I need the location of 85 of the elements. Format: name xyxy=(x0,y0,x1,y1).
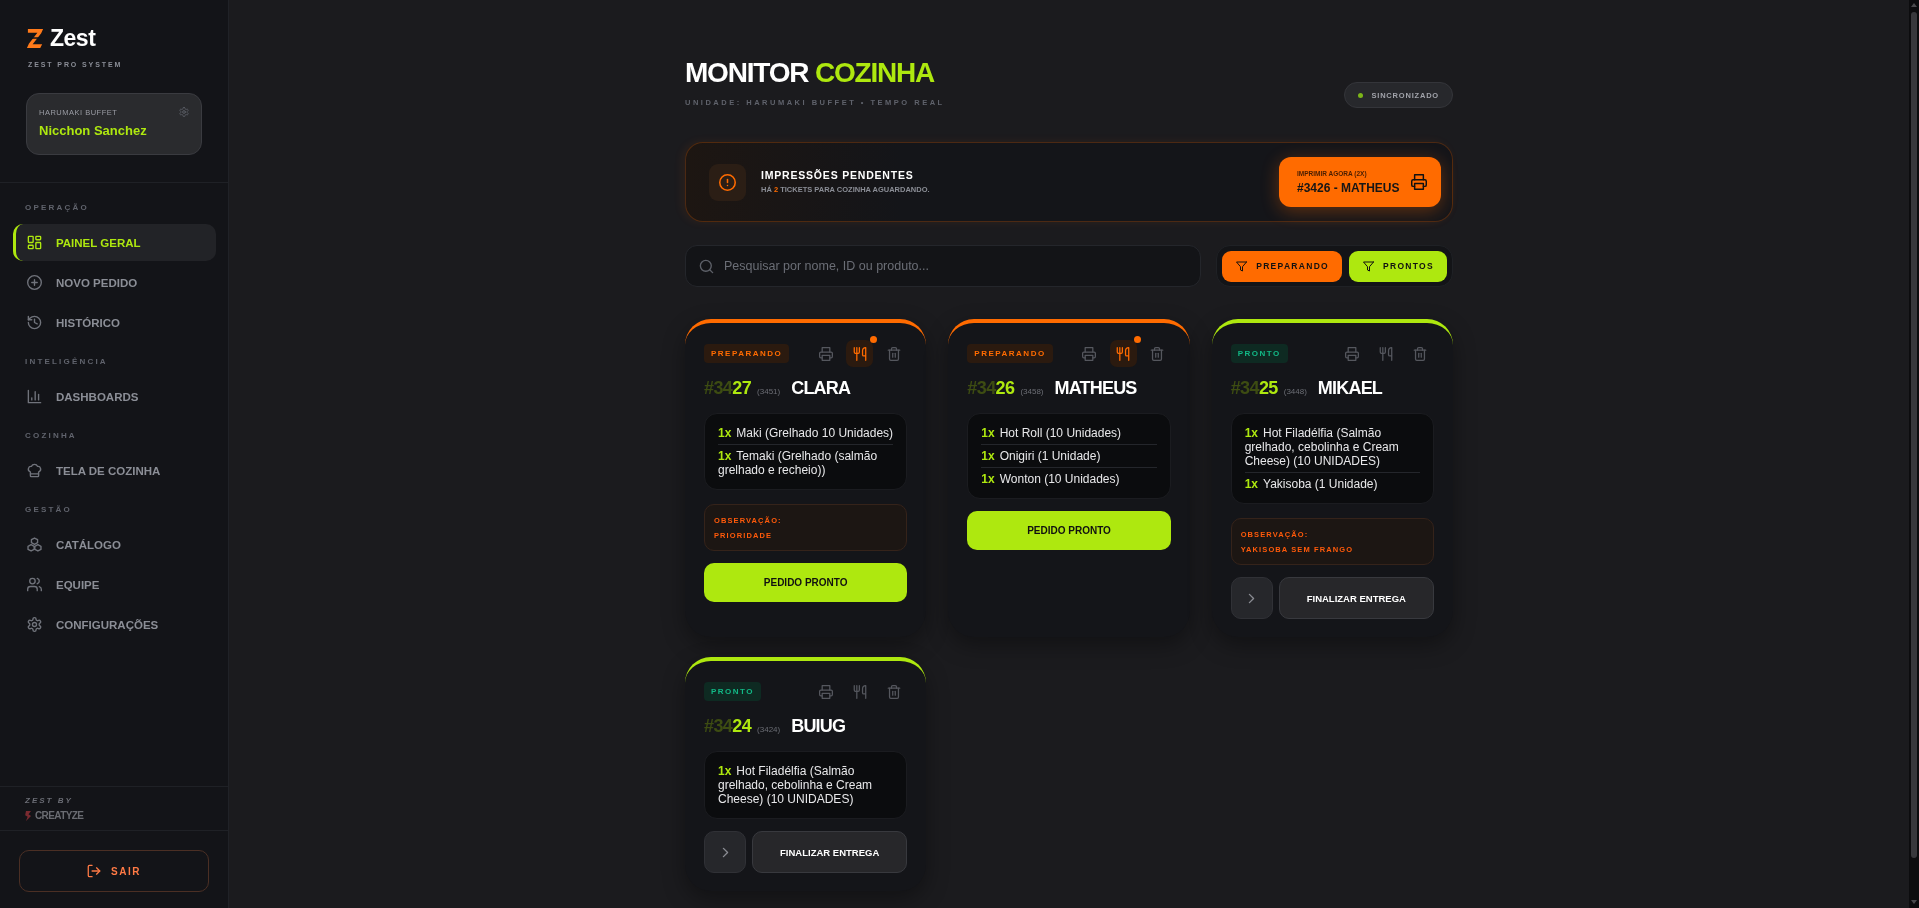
nav-item[interactable]: NOVO PEDIDO xyxy=(13,264,216,301)
order-reference: (3448) xyxy=(1283,387,1307,397)
filter-icon xyxy=(1363,260,1374,272)
order-reference: (3424) xyxy=(757,725,781,735)
trash-icon xyxy=(886,684,901,699)
nav-item[interactable]: HISTÓRICO xyxy=(13,304,216,341)
status-badge: PREPARANDO xyxy=(967,344,1053,363)
order-item: 1x Hot Roll (10 Unidades) xyxy=(981,425,1123,442)
filter-button[interactable]: PREPARANDO xyxy=(1222,250,1342,282)
grid-icon xyxy=(27,235,42,250)
logout-button[interactable]: SAIR xyxy=(19,850,209,892)
nav-section-title: GESTÃO xyxy=(25,505,72,515)
utensils-icon xyxy=(1379,346,1394,361)
status-badge: PRONTO xyxy=(1230,344,1288,363)
order-item: 1x Maki (Grelhado 10 Unidades) xyxy=(718,425,894,442)
trash-icon xyxy=(886,346,901,361)
plus-circle-icon xyxy=(27,275,42,290)
chef-hat-icon xyxy=(27,463,42,478)
trash-icon xyxy=(1413,346,1428,361)
printer-icon xyxy=(1082,346,1097,361)
filter-button[interactable]: PRONTOS xyxy=(1349,250,1447,282)
customer-name: BUIUG xyxy=(791,715,846,737)
order-item: 1x Yakisoba (1 Unidade) xyxy=(1244,472,1420,495)
order-item: 1x Onigiri (1 Unidade) xyxy=(981,444,1157,467)
order-reference: (3458) xyxy=(1020,387,1044,397)
app-name: Zest xyxy=(50,25,96,51)
bar-chart-icon xyxy=(27,389,42,404)
alert-icon xyxy=(709,163,746,201)
brand-logo-icon xyxy=(25,810,32,821)
trash-icon xyxy=(1150,346,1165,361)
printer-icon xyxy=(1411,174,1427,190)
alert-dot-icon xyxy=(870,336,878,343)
settings-icon xyxy=(27,617,42,632)
printer-icon xyxy=(818,346,833,361)
account-user: Nicchon Sanchez xyxy=(39,123,147,139)
scrollbar-thumb[interactable] xyxy=(1911,12,1917,858)
order-item: 1x Temaki (Grelhado (salmão grelhado e recheio)) xyxy=(718,444,894,481)
nav-item[interactable]: EQUIPE xyxy=(13,566,216,603)
cubes-icon xyxy=(27,537,42,552)
order-number: #3426 xyxy=(967,377,1015,399)
utensils-icon xyxy=(852,684,867,699)
next-button[interactable] xyxy=(704,831,746,873)
credit-brand: CREATYZE xyxy=(35,809,84,822)
history-icon xyxy=(27,315,42,330)
nav-item[interactable]: TELA DE COZINHA xyxy=(13,452,216,489)
status-badge: PREPARANDO xyxy=(704,344,790,363)
settings-icon xyxy=(179,107,189,117)
alert-title: IMPRESSÕES PENDENTES xyxy=(761,169,914,182)
customer-name: CLARA xyxy=(791,377,851,399)
nav-section-title: COZINHA xyxy=(25,431,77,441)
nav-item[interactable]: PAINEL GERAL xyxy=(13,224,216,261)
order-ready-button[interactable]: PEDIDO PRONTO xyxy=(967,511,1171,550)
order-reference: (3451) xyxy=(757,387,781,397)
order-number: #3425 xyxy=(1230,377,1278,399)
nav-item[interactable]: CATÁLOGO xyxy=(13,526,216,563)
finish-delivery-button[interactable]: FINALIZAR ENTREGA xyxy=(1278,577,1434,619)
scrollbar[interactable] xyxy=(1909,0,1919,908)
customer-name: MIKAEL xyxy=(1317,377,1383,399)
finish-delivery-button[interactable]: FINALIZAR ENTREGA xyxy=(752,831,908,873)
next-button[interactable] xyxy=(1230,577,1273,619)
utensils-icon xyxy=(852,346,867,361)
filter-icon xyxy=(1236,260,1248,272)
logout-icon xyxy=(87,864,102,878)
nav-section-title: OPERAÇÃO xyxy=(25,203,89,213)
page-title: MONITOR COZINHA xyxy=(685,57,935,89)
printer-icon xyxy=(818,684,833,699)
users-icon xyxy=(27,577,42,592)
credit-caption: ZEST BY xyxy=(25,796,73,806)
scroll-down-button[interactable] xyxy=(1911,900,1917,904)
scroll-up-button[interactable] xyxy=(1911,3,1917,7)
status-badge: PRONTO xyxy=(704,682,762,701)
printer-icon xyxy=(1345,346,1360,361)
logo-icon xyxy=(26,27,45,49)
order-item: 1x Hot Filadélfia (Salmão grelhado, cebolinha e Cream Cheese) (10 UNIDADES) xyxy=(718,763,874,808)
order-item: 1x Wonton (10 Unidades) xyxy=(981,467,1157,490)
order-item: 1x Hot Filadélfia (Salmão grelhado, cebolinha e Cream Cheese) (10 UNIDADES) xyxy=(1244,425,1400,470)
order-ready-button[interactable]: PEDIDO PRONTO xyxy=(704,563,908,602)
customer-name: MATHEUS xyxy=(1054,377,1137,399)
nav-item[interactable]: DASHBOARDS xyxy=(13,378,216,415)
nav-section-title: INTELIGÊNCIA xyxy=(25,357,108,367)
search-icon xyxy=(699,258,714,274)
alert-dot-icon xyxy=(1133,336,1141,343)
utensils-icon xyxy=(1116,346,1131,361)
nav-item[interactable]: CONFIGURAÇÕES xyxy=(13,606,216,643)
search-field[interactable]: Pesquisar por nome, ID ou produto... xyxy=(685,245,1202,287)
